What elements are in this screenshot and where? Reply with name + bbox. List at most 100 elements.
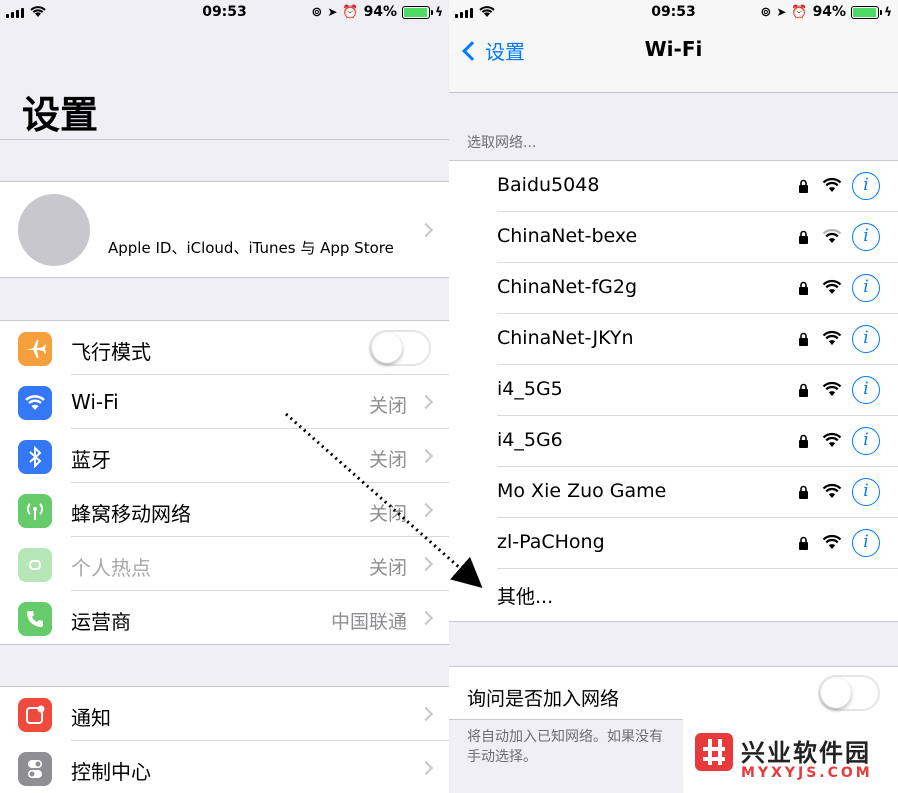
- chevron-right-icon: [418, 610, 434, 626]
- lock-icon: [799, 332, 808, 346]
- watermark-subtitle: MYXYJS.COM: [741, 765, 873, 781]
- network-row[interactable]: i4_5G5 i: [449, 365, 898, 416]
- cellular-row[interactable]: 蜂窝移动网络 关闭: [0, 483, 449, 537]
- info-button[interactable]: i: [852, 172, 880, 200]
- wifi-signal-icon: [822, 177, 842, 192]
- network-name: i4_5G5: [497, 378, 563, 400]
- hotspot-label: 个人热点: [71, 556, 151, 580]
- hotspot-value: 关闭: [368, 557, 407, 579]
- wifi-signal-icon: [822, 483, 842, 498]
- battery-percent: 94%: [812, 4, 847, 20]
- airplane-mode-toggle[interactable]: [369, 330, 431, 366]
- chevron-right-icon: [418, 556, 434, 572]
- info-button[interactable]: i: [852, 274, 880, 302]
- ask-to-join-label: 询问是否加入网络: [467, 688, 620, 710]
- wifi-pane: 09:53 ⊚ ➤ ⏰ 94% ϟ 设置 Wi-Fi 选取网络... 其他...…: [449, 0, 898, 793]
- network-name: ChinaNet-fG2g: [497, 276, 638, 298]
- charging-icon: ϟ: [435, 5, 443, 19]
- location-icon: ➤: [327, 5, 338, 19]
- orientation-lock-icon: ⊚: [760, 4, 772, 20]
- wifi-row[interactable]: Wi-Fi 关闭: [0, 375, 449, 429]
- network-row[interactable]: ChinaNet-JKYn i: [449, 314, 898, 365]
- lock-icon: [799, 230, 808, 244]
- notifications-row[interactable]: 通知: [0, 687, 449, 741]
- battery-icon: [851, 5, 883, 19]
- battery-icon: [402, 5, 434, 19]
- info-button[interactable]: i: [852, 427, 880, 455]
- location-icon: ➤: [776, 5, 787, 19]
- chevron-right-icon: [418, 222, 434, 238]
- hotspot-row[interactable]: 个人热点 关闭: [0, 537, 449, 591]
- info-button[interactable]: i: [852, 325, 880, 353]
- network-name: ChinaNet-JKYn: [497, 327, 634, 349]
- other-network-row[interactable]: 其他...: [449, 569, 898, 621]
- alarm-icon: ⏰: [342, 4, 359, 20]
- lock-icon: [799, 434, 808, 448]
- lock-icon: [799, 281, 808, 295]
- notification-icon: [18, 698, 52, 732]
- divider: [0, 644, 449, 645]
- info-button[interactable]: i: [852, 478, 880, 506]
- chevron-right-icon: [418, 760, 434, 776]
- chevron-right-icon: [418, 706, 434, 722]
- hotspot-icon: [18, 548, 52, 582]
- airplane-mode-row[interactable]: 飞行模式: [0, 321, 449, 375]
- control-center-label: 控制中心: [71, 760, 151, 784]
- other-network-label: 其他...: [497, 586, 554, 608]
- info-button[interactable]: i: [852, 223, 880, 251]
- network-name: Baidu5048: [497, 174, 600, 196]
- divider: [0, 139, 449, 140]
- wifi-signal-icon: [822, 381, 842, 396]
- control-center-icon: [18, 752, 52, 786]
- status-bar: 09:53 ⊚ ➤ ⏰ 94% ϟ: [0, 0, 449, 26]
- info-button[interactable]: i: [852, 376, 880, 404]
- carrier-value: 中国联通: [330, 611, 407, 633]
- phone-icon: [18, 602, 52, 636]
- chevron-right-icon: [418, 502, 434, 518]
- network-row[interactable]: ChinaNet-bexe i: [449, 212, 898, 263]
- nav-title: Wi-Fi: [644, 37, 703, 61]
- network-name: ChinaNet-bexe: [497, 225, 638, 247]
- ask-to-join-row[interactable]: 询问是否加入网络: [449, 666, 898, 720]
- bluetooth-icon: [18, 440, 52, 474]
- network-row[interactable]: Baidu5048 i: [449, 161, 898, 212]
- cellular-label: 蜂窝移动网络: [71, 502, 191, 526]
- lock-icon: [799, 536, 808, 550]
- carrier-row[interactable]: 运营商 中国联通: [0, 591, 449, 645]
- battery-percent: 94%: [363, 4, 398, 20]
- bluetooth-value: 关闭: [368, 449, 407, 471]
- wifi-value: 关闭: [368, 395, 407, 417]
- network-name: Mo Xie Zuo Game: [497, 480, 667, 502]
- lock-icon: [799, 383, 808, 397]
- bluetooth-row[interactable]: 蓝牙 关闭: [0, 429, 449, 483]
- ask-to-join-toggle[interactable]: [818, 675, 880, 711]
- network-name: i4_5G6: [497, 429, 563, 451]
- watermark-logo-icon: [695, 733, 733, 771]
- footer-note: 将自动加入已知网络。如果没有 手动选择。: [467, 729, 663, 765]
- network-row[interactable]: zl-PaCHong i: [449, 518, 898, 569]
- network-row[interactable]: Mo Xie Zuo Game i: [449, 467, 898, 518]
- chevron-right-icon: [418, 448, 434, 464]
- network-row[interactable]: ChinaNet-fG2g i: [449, 263, 898, 314]
- wifi-signal-icon: [822, 228, 842, 243]
- watermark-title: 兴业软件园: [741, 739, 871, 767]
- page-title: 设置: [22, 93, 99, 137]
- control-center-row[interactable]: 控制中心: [0, 741, 449, 793]
- settings-pane: 09:53 ⊚ ➤ ⏰ 94% ϟ 设置 Apple ID、iCloud、iTu…: [0, 0, 449, 793]
- apple-id-label: Apple ID、iCloud、iTunes 与 App Store: [108, 239, 394, 257]
- network-name: zl-PaCHong: [497, 531, 605, 553]
- alarm-icon: ⏰: [791, 4, 808, 20]
- apple-id-row[interactable]: Apple ID、iCloud、iTunes 与 App Store: [0, 181, 449, 278]
- wifi-signal-icon: [822, 330, 842, 345]
- network-row[interactable]: i4_5G6 i: [449, 416, 898, 467]
- cellular-value: 关闭: [368, 503, 407, 525]
- lock-icon: [799, 485, 808, 499]
- avatar: [18, 194, 90, 266]
- carrier-label: 运营商: [71, 610, 131, 634]
- wifi-icon: [18, 386, 52, 420]
- charging-icon: ϟ: [884, 5, 892, 19]
- chevron-right-icon: [418, 394, 434, 410]
- info-button[interactable]: i: [852, 529, 880, 557]
- divider: [449, 621, 898, 622]
- wifi-signal-icon: [822, 432, 842, 447]
